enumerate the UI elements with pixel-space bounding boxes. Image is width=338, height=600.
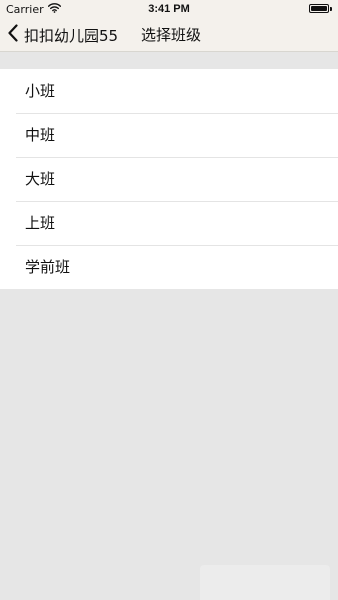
navigation-bar: 扣扣幼儿园55 选择班级 (0, 18, 338, 52)
chevron-left-icon (8, 24, 18, 46)
class-item-upper[interactable]: 上班 (0, 201, 338, 245)
back-label: 扣扣幼儿园55 (24, 26, 119, 45)
battery-tip (330, 6, 332, 11)
class-list: 小班 中班 大班 上班 学前班 (0, 69, 338, 289)
battery-icon (309, 4, 329, 13)
class-item-small[interactable]: 小班 (0, 69, 338, 113)
background-panel (200, 565, 330, 600)
class-item-preschool[interactable]: 学前班 (0, 245, 338, 289)
class-item-middle[interactable]: 中班 (0, 113, 338, 157)
status-bar: Carrier 3:41 PM (0, 0, 338, 18)
class-item-large[interactable]: 大班 (0, 157, 338, 201)
status-right (309, 4, 332, 13)
page-title: 选择班级 (141, 26, 202, 44)
status-time: 3:41 PM (148, 3, 190, 15)
back-button[interactable]: 扣扣幼儿园55 (8, 18, 118, 52)
